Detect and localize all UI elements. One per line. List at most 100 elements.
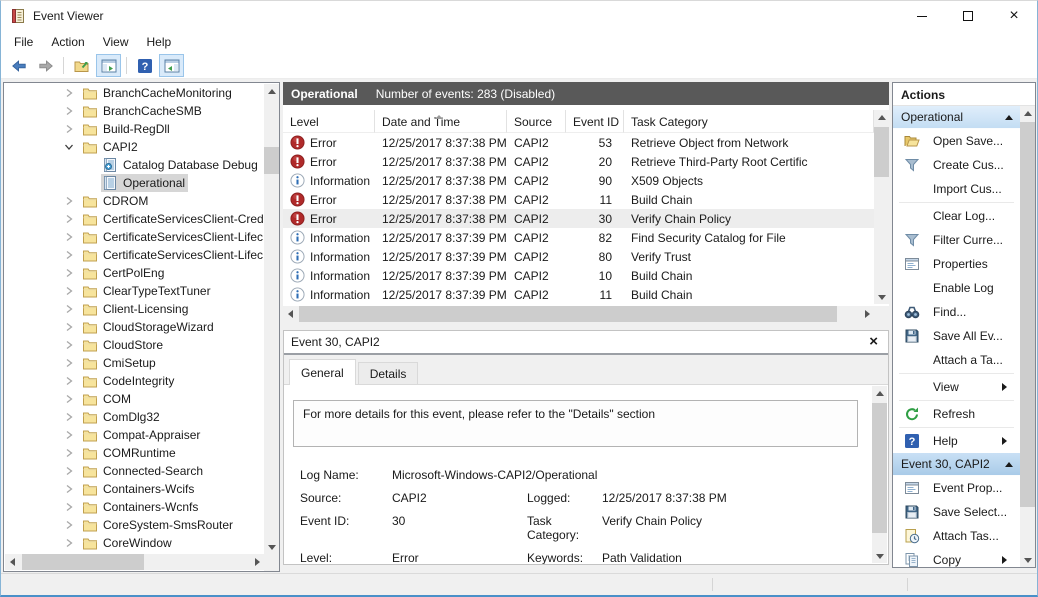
chevron-right-icon[interactable] bbox=[64, 465, 76, 477]
column-header-source[interactable]: Source bbox=[507, 110, 566, 133]
tree-item[interactable]: CloudStorageWizard bbox=[4, 318, 264, 336]
tree-item[interactable]: COM bbox=[4, 390, 264, 408]
action-import-cus[interactable]: Import Cus... bbox=[893, 177, 1020, 201]
maximize-button[interactable] bbox=[945, 1, 991, 31]
event-row[interactable]: Information12/25/2017 8:37:39 PMCAPI280V… bbox=[283, 247, 874, 266]
chevron-right-icon[interactable] bbox=[64, 249, 76, 261]
event-row[interactable]: Information12/25/2017 8:37:38 PMCAPI290X… bbox=[283, 171, 874, 190]
action-properties[interactable]: Properties bbox=[893, 252, 1020, 276]
scroll-up-button[interactable] bbox=[264, 84, 279, 99]
event-row[interactable]: Error12/25/2017 8:37:38 PMCAPI220Retriev… bbox=[283, 152, 874, 171]
tree-item[interactable]: CAPI2 bbox=[4, 138, 264, 156]
tree-item[interactable]: BranchCacheMonitoring bbox=[4, 84, 264, 102]
event-row[interactable]: Information12/25/2017 8:37:39 PMCAPI282F… bbox=[283, 228, 874, 247]
chevron-right-icon[interactable] bbox=[64, 447, 76, 459]
action-save-select[interactable]: Save Select... bbox=[893, 500, 1020, 524]
actions-vertical-scrollbar[interactable] bbox=[1020, 106, 1035, 567]
chevron-right-icon[interactable] bbox=[64, 123, 76, 135]
tree-item[interactable]: CertificateServicesClient-Lifec bbox=[4, 228, 264, 246]
chevron-right-icon[interactable] bbox=[64, 87, 76, 99]
action-open-save[interactable]: Open Save... bbox=[893, 129, 1020, 153]
scroll-thumb[interactable] bbox=[264, 147, 279, 174]
tab-general[interactable]: General bbox=[289, 359, 356, 385]
minimize-button[interactable] bbox=[899, 1, 945, 31]
tree-horizontal-scrollbar[interactable] bbox=[5, 554, 264, 570]
tree-item[interactable]: CmiSetup bbox=[4, 354, 264, 372]
column-header-level[interactable]: Level bbox=[283, 110, 375, 133]
scroll-down-button[interactable] bbox=[872, 548, 887, 563]
event-row[interactable]: Error12/25/2017 8:37:38 PMCAPI211Build C… bbox=[283, 190, 874, 209]
chevron-down-icon[interactable] bbox=[64, 141, 76, 153]
action-group-header[interactable]: Operational bbox=[893, 106, 1020, 129]
scroll-thumb[interactable] bbox=[299, 306, 837, 322]
console-tree-toggle-button[interactable] bbox=[96, 54, 121, 77]
back-arrow-button[interactable] bbox=[6, 54, 31, 77]
event-list-vertical-scrollbar[interactable] bbox=[874, 110, 889, 304]
scroll-up-button[interactable] bbox=[1020, 106, 1035, 121]
tab-details[interactable]: Details bbox=[358, 362, 419, 384]
action-pane-toggle-button[interactable] bbox=[159, 54, 184, 77]
tree-item[interactable]: Client-Licensing bbox=[4, 300, 264, 318]
chevron-right-icon[interactable] bbox=[64, 285, 76, 297]
action-refresh[interactable]: Refresh bbox=[893, 402, 1020, 426]
menu-file[interactable]: File bbox=[5, 32, 42, 52]
chevron-right-icon[interactable] bbox=[64, 537, 76, 549]
tree-item[interactable]: CDROM bbox=[4, 192, 264, 210]
action-event-prop[interactable]: Event Prop... bbox=[893, 476, 1020, 500]
tree-item[interactable]: ClearTypeTextTuner bbox=[4, 282, 264, 300]
chevron-right-icon[interactable] bbox=[64, 375, 76, 387]
action-help[interactable]: ?Help bbox=[893, 429, 1020, 453]
column-header-event-id[interactable]: Event ID bbox=[566, 110, 624, 133]
event-row[interactable]: Error12/25/2017 8:37:38 PMCAPI253Retriev… bbox=[283, 133, 874, 152]
chevron-right-icon[interactable] bbox=[64, 357, 76, 369]
tree-item[interactable]: Build-RegDll bbox=[4, 120, 264, 138]
chevron-right-icon[interactable] bbox=[64, 501, 76, 513]
column-header-task-category[interactable]: Task Category bbox=[624, 110, 874, 133]
tree-item[interactable]: CertPolEng bbox=[4, 264, 264, 282]
chevron-right-icon[interactable] bbox=[64, 213, 76, 225]
event-row[interactable]: Information12/25/2017 8:37:39 PMCAPI210B… bbox=[283, 266, 874, 285]
tree-item[interactable]: Catalog Database Debug bbox=[4, 156, 264, 174]
tree-item[interactable]: CertificateServicesClient-Lifec bbox=[4, 246, 264, 264]
event-row[interactable]: Error12/25/2017 8:37:38 PMCAPI230Verify … bbox=[283, 209, 874, 228]
menu-action[interactable]: Action bbox=[42, 32, 93, 52]
chevron-right-icon[interactable] bbox=[64, 339, 76, 351]
action-group-header[interactable]: Event 30, CAPI2 bbox=[893, 453, 1020, 476]
scroll-down-button[interactable] bbox=[874, 289, 889, 304]
tree-item[interactable]: CoreSystem-SmsRouter bbox=[4, 516, 264, 534]
action-save-all-ev[interactable]: Save All Ev... bbox=[893, 324, 1020, 348]
preview-close-button[interactable]: × bbox=[869, 336, 878, 348]
action-filter-curre[interactable]: Filter Curre... bbox=[893, 228, 1020, 252]
chevron-right-icon[interactable] bbox=[64, 411, 76, 423]
tree-item[interactable]: BranchCacheSMB bbox=[4, 102, 264, 120]
action-attach-tas[interactable]: Attach Tas... bbox=[893, 524, 1020, 548]
tree-item[interactable]: Containers-Wcnfs bbox=[4, 498, 264, 516]
tree-item[interactable]: CodeIntegrity bbox=[4, 372, 264, 390]
event-list-horizontal-scrollbar[interactable] bbox=[283, 306, 874, 322]
tree-vertical-scrollbar[interactable] bbox=[264, 84, 279, 554]
chevron-right-icon[interactable] bbox=[64, 303, 76, 315]
tree-item[interactable]: COMRuntime bbox=[4, 444, 264, 462]
scroll-up-button[interactable] bbox=[872, 386, 887, 401]
chevron-right-icon[interactable] bbox=[64, 105, 76, 117]
chevron-right-icon[interactable] bbox=[64, 393, 76, 405]
scroll-thumb[interactable] bbox=[872, 403, 887, 533]
scroll-down-button[interactable] bbox=[264, 539, 279, 554]
scroll-thumb[interactable] bbox=[1020, 122, 1035, 507]
menu-view[interactable]: View bbox=[94, 32, 138, 52]
scroll-up-button[interactable] bbox=[874, 110, 889, 125]
close-button[interactable]: × bbox=[991, 1, 1037, 31]
chevron-right-icon[interactable] bbox=[64, 267, 76, 279]
tree-item[interactable]: Containers-Wcifs bbox=[4, 480, 264, 498]
tree-item[interactable]: CloudStore bbox=[4, 336, 264, 354]
chevron-right-icon[interactable] bbox=[64, 195, 76, 207]
scroll-right-button[interactable] bbox=[249, 554, 264, 569]
action-clear-log[interactable]: Clear Log... bbox=[893, 204, 1020, 228]
scroll-down-button[interactable] bbox=[1020, 552, 1035, 567]
action-enable-log[interactable]: Enable Log bbox=[893, 276, 1020, 300]
tree-item[interactable]: CertificateServicesClient-Cred bbox=[4, 210, 264, 228]
help-button[interactable]: ? bbox=[132, 54, 157, 77]
column-header-date-and-time[interactable]: Date and Time bbox=[375, 110, 507, 133]
event-row[interactable]: Information12/25/2017 8:37:39 PMCAPI211B… bbox=[283, 285, 874, 304]
tree-item[interactable]: Compat-Appraiser bbox=[4, 426, 264, 444]
